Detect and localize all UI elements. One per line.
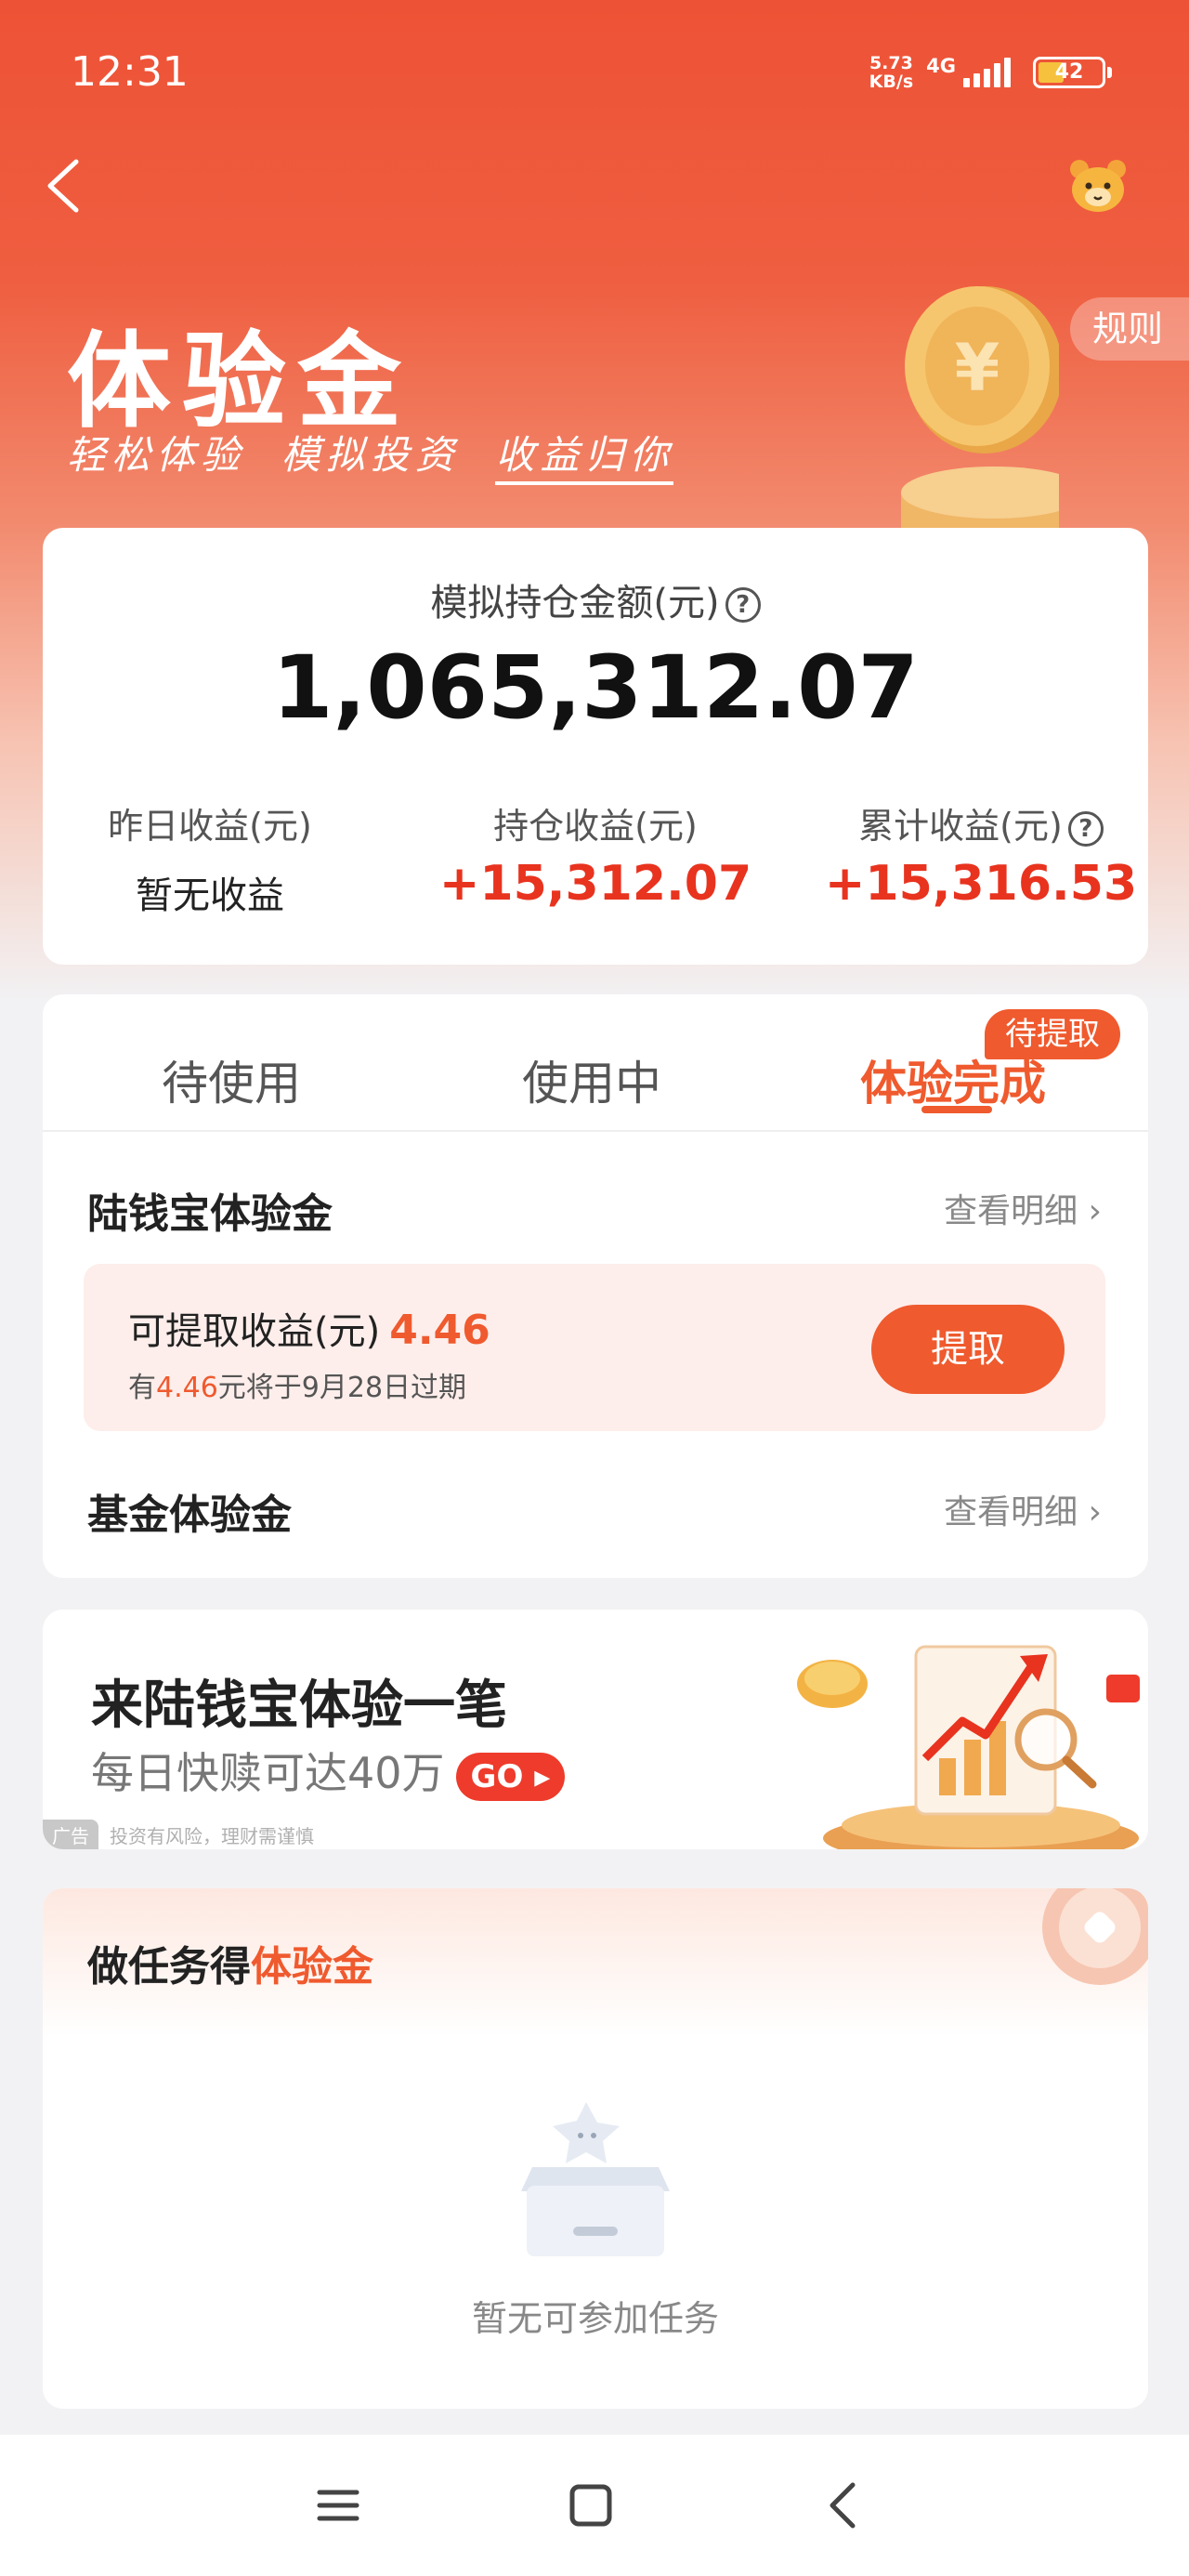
tab-pending[interactable]: 待使用: [162, 1046, 301, 1113]
battery-icon: 42: [1033, 57, 1112, 88]
cumulative-value: +15,316.53: [824, 856, 1138, 912]
withdraw-label-row: 可提取收益(元) 4.46: [128, 1301, 490, 1355]
holdings-summary-card: 模拟持仓金额(元)? 1,065,312.07 昨日收益(元) 暂无收益 持仓收…: [43, 528, 1148, 965]
ad-subtitle: 每日快赎可达40万: [91, 1748, 445, 1798]
growth-chart-illustration: [777, 1619, 1148, 1849]
cumulative-earnings: 累计收益(元)? +15,316.53: [814, 797, 1148, 912]
go-label: GO: [470, 1757, 524, 1795]
ad-disclaimer: 投资有风险，理财需谨慎: [110, 1825, 314, 1847]
status-time: 12:31: [71, 48, 189, 96]
lujinbao-section-title: 陆钱宝体验金: [87, 1190, 333, 1238]
tasks-card: 做任务得体验金 暂无可参加任务: [43, 1888, 1148, 2409]
help-icon[interactable]: ?: [1067, 810, 1104, 847]
holding-value: 1,065,312.07: [272, 637, 919, 739]
yesterday-label: 昨日收益(元): [108, 806, 312, 847]
withdraw-button[interactable]: 提取: [871, 1305, 1065, 1394]
system-nav-bar: [0, 2435, 1189, 2576]
battery-level: 42: [1054, 60, 1084, 84]
position-earnings: 持仓收益(元) +15,312.07: [428, 797, 763, 912]
status-indicators: 5.73 KB/s 4G 42: [869, 54, 1112, 91]
ad-subtitle-row: 每日快赎可达40万 GO ▸: [91, 1740, 566, 1801]
tab-in-use[interactable]: 使用中: [522, 1046, 661, 1113]
network-speed-unit: KB/s: [869, 72, 914, 92]
menu-icon[interactable]: [308, 2476, 368, 2535]
divider: [43, 1130, 1148, 1132]
chevron-right-icon: ›: [1088, 1493, 1102, 1531]
cumulative-label-row: 累计收益(元)?: [814, 797, 1148, 848]
tasks-title-highlight: 体验金: [251, 1943, 373, 1991]
detail-link-label: 查看明细: [944, 1493, 1078, 1531]
ad-title: 来陆钱宝体验一笔: [91, 1676, 507, 1736]
position-value: +15,312.07: [438, 856, 752, 912]
empty-tasks-text: 暂无可参加任务: [471, 2298, 719, 2339]
fund-section-title: 基金体验金: [87, 1492, 292, 1539]
go-button[interactable]: GO ▸: [455, 1752, 566, 1801]
tasks-title-prefix: 做任务得: [87, 1943, 251, 1991]
empty-box-icon: [512, 2102, 679, 2260]
tasks-title: 做任务得体验金: [87, 1933, 373, 1992]
chevron-right-icon: ›: [1088, 1192, 1102, 1230]
cumulative-label: 累计收益(元): [858, 806, 1063, 847]
signal-icon: [963, 58, 1011, 87]
back-chevron-icon[interactable]: [814, 2476, 873, 2535]
svg-text:¥: ¥: [955, 330, 1000, 406]
chevron-left-icon: [47, 159, 79, 213]
note-amount: 4.46: [156, 1372, 218, 1404]
help-icon[interactable]: ?: [725, 587, 761, 623]
yesterday-earnings: 昨日收益(元) 暂无收益: [43, 797, 377, 919]
status-bar: 12:31 5.73 KB/s 4G 42: [0, 0, 1189, 139]
rules-button[interactable]: 规则: [1070, 297, 1189, 361]
withdraw-amount: 4.46: [389, 1307, 490, 1354]
network-speed: 5.73 KB/s: [869, 54, 913, 91]
network-type: 4G: [926, 55, 956, 77]
slogan-part-2: 模拟投资: [281, 432, 460, 478]
lujinbao-detail-link[interactable]: 查看明细 ›: [944, 1184, 1102, 1232]
detail-link-label: 查看明细: [944, 1192, 1078, 1230]
pending-withdraw-badge: 待提取: [985, 1009, 1120, 1059]
holding-label: 模拟持仓金额(元): [430, 582, 720, 624]
note-prefix: 有: [128, 1372, 156, 1404]
yesterday-value: 暂无收益: [136, 874, 284, 917]
withdraw-label: 可提取收益(元): [128, 1310, 381, 1353]
hero-slogan: 轻松体验 模拟投资 收益归你: [67, 424, 674, 485]
home-square-icon[interactable]: [561, 2476, 621, 2535]
position-label: 持仓收益(元): [493, 806, 698, 847]
slogan-part-1: 轻松体验: [67, 432, 246, 478]
withdraw-panel: 可提取收益(元) 4.46 有4.46元将于9月28日过期 提取: [84, 1264, 1105, 1431]
gold-coin-illustration: ¥: [892, 279, 1087, 539]
expiry-note: 有4.46元将于9月28日过期: [128, 1364, 466, 1405]
note-suffix: 元将于9月28日过期: [217, 1372, 467, 1404]
coin-decoration-icon: [1026, 1888, 1148, 2000]
bear-mascot-icon[interactable]: [1066, 156, 1130, 216]
fund-detail-link[interactable]: 查看明细 ›: [944, 1485, 1102, 1533]
slogan-part-3: 收益归你: [495, 432, 674, 485]
ad-banner[interactable]: 来陆钱宝体验一笔 每日快赎可达40万 GO ▸ 广告 投资有风险，理财需谨慎: [43, 1610, 1148, 1849]
back-button[interactable]: [37, 149, 93, 223]
active-tab-indicator: [921, 1106, 992, 1113]
holding-label-row: 模拟持仓金额(元)?: [43, 572, 1148, 626]
ad-tag: 广告: [43, 1820, 98, 1849]
trial-fund-tabs-card: 待使用 使用中 体验完成 待提取 陆钱宝体验金 查看明细 › 可提取收益(元) 4…: [43, 994, 1148, 1578]
network-speed-value: 5.73: [869, 53, 913, 73]
